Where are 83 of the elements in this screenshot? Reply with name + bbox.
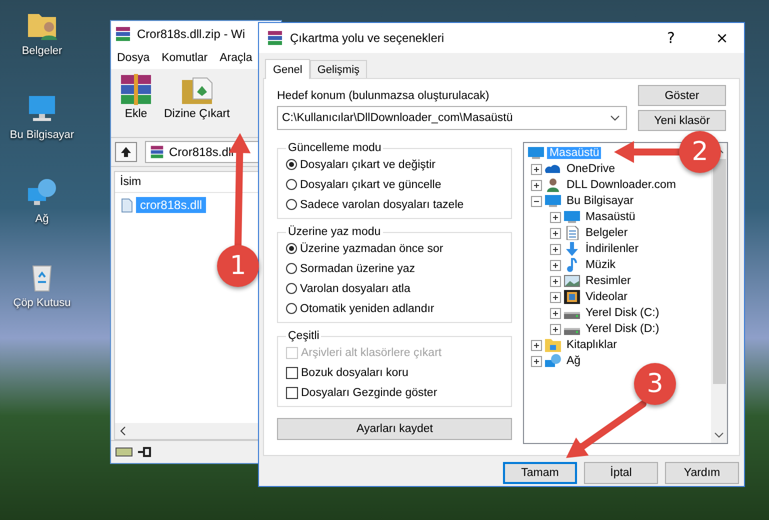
group-title: Güncelleme modu	[287, 142, 382, 154]
dialog-button[interactable]: Yardım	[665, 462, 739, 484]
radio-option[interactable]: Sadece varolan dosyaları tazele	[286, 196, 504, 213]
group-title: Çeşitli	[287, 330, 320, 342]
expander-box[interactable]	[550, 324, 562, 334]
tree-item[interactable]: Resimler	[583, 275, 633, 287]
menu-item[interactable]: Komutlar	[162, 52, 208, 64]
tree-item[interactable]: Belgeler	[583, 227, 630, 239]
toolbar-button[interactable]: Ekle	[115, 72, 157, 134]
film-icon	[564, 290, 580, 304]
expander-box[interactable]	[531, 180, 542, 190]
close-button[interactable]: ×	[700, 23, 744, 53]
tree-item[interactable]: İndirilenler	[583, 243, 641, 255]
chevron-down-icon	[610, 115, 620, 121]
tree-item[interactable]: Yerel Disk (D:)	[583, 323, 662, 335]
tree-item[interactable]: Videolar	[583, 291, 630, 303]
expander-box[interactable]	[550, 228, 562, 238]
tree-item[interactable]: Masaüstü	[583, 211, 638, 223]
tree-item[interactable]: OneDrive	[564, 163, 618, 175]
window-title: Cror818s.dll.zip - Wi	[137, 27, 246, 41]
dialog-button[interactable]: Tamam	[503, 462, 577, 484]
destination-combo[interactable]: C:\Kullanıcılar\DllDownloader_com\Masaüstü	[277, 106, 627, 130]
radio-option[interactable]: Sormadan üzerine yaz	[286, 260, 504, 277]
up-arrow-icon	[119, 145, 133, 159]
field-label: Hedef konum (bulunmazsa oluşturulacak)	[277, 90, 490, 102]
radio-option[interactable]: Otomatik yeniden adlandır	[286, 300, 504, 317]
books-stack-icon	[115, 26, 131, 42]
monitor-icon	[528, 146, 544, 160]
expander-box[interactable]	[550, 260, 562, 270]
cloud-icon	[545, 162, 562, 176]
chevron-down-icon	[714, 431, 724, 439]
help-button[interactable]: ?	[649, 23, 693, 53]
books-stack-icon	[118, 72, 154, 106]
tree-item[interactable]: Kitaplıklar	[564, 339, 619, 351]
drive-icon	[115, 447, 133, 457]
side-button[interactable]: Yeni klasör	[638, 110, 726, 131]
tree-item[interactable]: Yerel Disk (C:)	[583, 307, 662, 319]
expander-box[interactable]	[531, 340, 542, 350]
radio-option[interactable]: Varolan dosyaları atla	[286, 280, 504, 297]
menu-item[interactable]: Dosya	[117, 52, 150, 64]
person-icon	[545, 178, 562, 192]
group-title: Üzerine yaz modu	[287, 226, 382, 238]
download-arrow-icon	[564, 242, 580, 256]
expander-box[interactable]	[550, 292, 562, 302]
radio-option[interactable]: Üzerine yazmadan önce sor	[286, 240, 504, 257]
tab[interactable]: Gelişmiş	[310, 60, 367, 78]
toolbar-button[interactable]: Dizine Çıkart	[161, 72, 233, 134]
tree-item[interactable]: DLL Downloader.com	[564, 179, 678, 191]
folder-icon	[545, 338, 562, 352]
up-folder-button[interactable]	[115, 142, 137, 162]
checkbox-option[interactable]: Dosyaları Gezginde göster	[286, 384, 504, 401]
books-stack-icon	[150, 145, 164, 159]
network-icon	[545, 354, 562, 368]
dialog-title: Çıkartma yolu ve seçenekleri	[290, 31, 446, 45]
checkbox-option[interactable]: Bozuk dosyaları koru	[286, 364, 504, 381]
tab[interactable]: Genel	[265, 59, 310, 79]
monitor-icon	[545, 194, 562, 208]
expander-box[interactable]	[531, 164, 542, 174]
expander-box[interactable]	[550, 244, 562, 254]
books-stack-icon	[267, 30, 283, 46]
expander-box[interactable]	[531, 356, 542, 366]
tree-item[interactable]: Müzik	[583, 259, 618, 271]
document-icon	[564, 226, 580, 240]
expander-box[interactable]	[531, 196, 542, 206]
monitor-icon	[564, 210, 580, 224]
radio-option[interactable]: Dosyaları çıkart ve güncelle	[286, 176, 504, 193]
side-button[interactable]: Göster	[638, 85, 726, 106]
expander-box[interactable]	[550, 276, 562, 286]
desktop-icon-label[interactable]: Bu Bilgisayar	[10, 129, 74, 141]
expander-box[interactable]	[550, 308, 562, 318]
tree-item[interactable]: Bu Bilgisayar	[564, 195, 636, 207]
dialog-button[interactable]: İptal	[584, 462, 658, 484]
radio-option[interactable]: Dosyaları çıkart ve değiştir	[286, 156, 504, 173]
desktop-icon-label[interactable]: Ağ	[35, 213, 49, 225]
save-settings-button[interactable]: Ayarları kaydet	[277, 418, 512, 440]
vertical-scrollbar[interactable]	[711, 143, 727, 443]
chevron-left-icon	[119, 426, 127, 436]
expander-box[interactable]	[550, 212, 562, 222]
picture-icon	[564, 274, 580, 288]
file-icon	[121, 198, 133, 212]
desktop-icon-label[interactable]: Belgeler	[22, 45, 62, 57]
tree-item[interactable]: Ağ	[564, 355, 583, 367]
menu-item[interactable]: Araçla	[220, 52, 252, 64]
